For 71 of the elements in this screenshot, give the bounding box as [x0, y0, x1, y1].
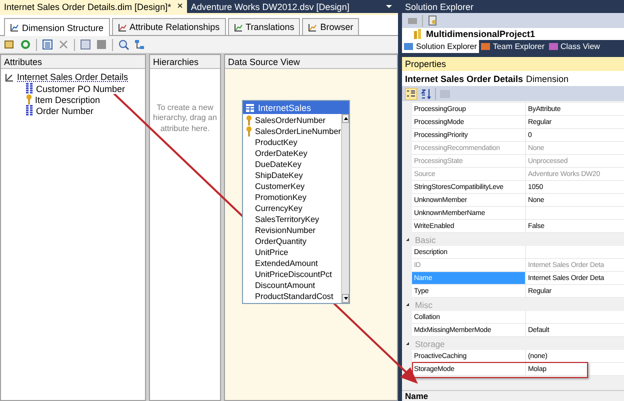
description-title: Name	[402, 390, 624, 401]
object-name: Internet Sales Order Details	[405, 74, 524, 84]
dropdown-icon[interactable]	[386, 5, 392, 8]
table-column[interactable]: OrderQuantity	[255, 237, 306, 246]
attribute-item[interactable]: Order Number	[36, 106, 94, 116]
zoom-icon[interactable]	[118, 39, 129, 50]
table-card[interactable]	[242, 100, 350, 304]
scrollbar[interactable]	[341, 114, 349, 303]
document-tab[interactable]: Internet Sales Order Details.dim [Design]* ×	[0, 0, 187, 13]
sort-icon[interactable]	[420, 88, 432, 100]
panel-tab[interactable]: Class View	[546, 40, 602, 53]
close-icon[interactable]: ×	[177, 1, 183, 12]
pane-title: Hierarchies	[150, 55, 220, 69]
square-icon[interactable]	[96, 39, 107, 50]
table-column[interactable]: PromotionKey	[255, 193, 306, 202]
table-column[interactable]: ProductStandardCost	[255, 292, 334, 301]
designer-tab[interactable]: Attribute Relationships	[112, 18, 226, 35]
attribute-item[interactable]: Customer PO Number	[36, 84, 126, 94]
table-column[interactable]: SalesOrderLineNumber	[255, 127, 342, 136]
hint-text: To create a new hierarchy, drag an attribute here.	[152, 102, 218, 134]
table-column[interactable]: OrderDateKey	[255, 149, 308, 158]
chart-icon	[10, 23, 19, 32]
chart-icon	[118, 22, 127, 32]
table-column[interactable]: CurrencyKey	[255, 204, 302, 213]
attribute-icon	[26, 105, 33, 116]
table-column[interactable]: DiscountAmount	[255, 281, 316, 290]
table-name: InternetSales	[258, 102, 312, 112]
panel-title: Solution Explorer	[404, 0, 475, 13]
panel-tab[interactable]: Solution Explorer	[402, 40, 479, 53]
table-column[interactable]: ShipDateKey	[255, 171, 303, 180]
refresh-icon[interactable]	[20, 39, 31, 50]
pane-title: Data Source View	[225, 55, 397, 69]
dimension-name[interactable]: Internet Sales Order Details	[17, 72, 128, 82]
table-icon[interactable]	[80, 39, 91, 50]
designer-tab[interactable]: Translations	[228, 18, 300, 35]
delete-icon[interactable]	[58, 39, 69, 50]
table-column[interactable]: SalesTerritoryKey	[255, 215, 320, 224]
table-column[interactable]: ExtendedAmount	[255, 259, 318, 268]
properties-icon[interactable]	[427, 15, 438, 26]
window-icon	[548, 42, 558, 51]
attribute-item[interactable]: Item Description	[35, 94, 100, 104]
table-column[interactable]: UnitPriceDiscountPct	[255, 270, 332, 279]
designer-tab[interactable]: Browser	[302, 18, 360, 35]
panel-tab[interactable]: Team Explorer	[478, 40, 546, 53]
view-icon[interactable]	[42, 39, 53, 50]
chart-icon	[234, 22, 243, 32]
project-icon	[414, 29, 423, 39]
window-icon	[480, 42, 491, 51]
table-column[interactable]: SalesOrderNumber	[255, 116, 326, 125]
table-column[interactable]: CustomerKey	[255, 182, 305, 191]
object-type: Dimension	[526, 74, 569, 84]
table-icon	[246, 104, 254, 112]
collapse-icon[interactable]	[406, 342, 408, 345]
table-column[interactable]: UnitPrice	[255, 248, 288, 257]
collapse-icon[interactable]	[406, 303, 408, 306]
collapse-icon[interactable]	[406, 238, 408, 241]
chart-icon	[308, 22, 318, 32]
attribute-icon	[26, 83, 33, 94]
table-column[interactable]: DueDateKey	[255, 160, 302, 169]
dimension-icon	[5, 72, 14, 82]
categorized-icon[interactable]	[405, 88, 417, 100]
document-tab[interactable]: Adventure Works DW2012.dsv [Design]	[186, 0, 354, 13]
panel-title: Properties	[402, 57, 624, 71]
pane-title: Attributes	[1, 55, 145, 69]
layout-icon[interactable]	[134, 39, 145, 50]
key-attribute-icon	[26, 94, 32, 105]
table-column[interactable]: RevisionNumber	[255, 226, 316, 235]
window-icon	[404, 42, 414, 51]
table-column[interactable]: ProductKey	[255, 138, 298, 147]
process-icon[interactable]	[4, 39, 15, 50]
designer-tab[interactable]: Dimension Structure	[4, 18, 110, 36]
